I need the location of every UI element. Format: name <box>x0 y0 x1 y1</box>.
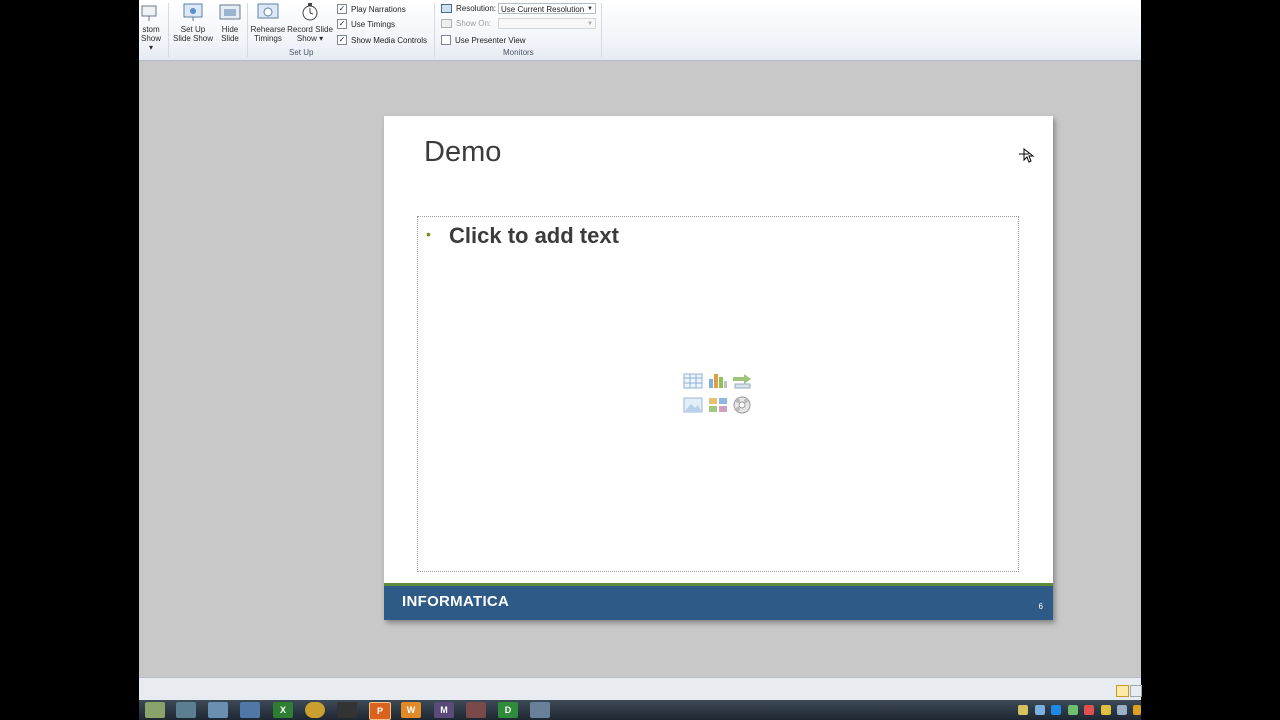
rehearse-label1: Rehearse <box>250 25 286 34</box>
custom-show-label1: stom <box>142 25 160 34</box>
tray-icon[interactable] <box>1117 705 1127 715</box>
tray-icon[interactable] <box>1018 705 1028 715</box>
taskbar-word-icon[interactable]: W <box>401 702 421 718</box>
taskbar-powerpoint-icon[interactable]: P <box>369 702 391 720</box>
status-bar <box>139 677 1142 701</box>
use-timings-checkbox[interactable]: ✓ Use Timings <box>337 19 395 29</box>
rehearse-timings-icon <box>257 2 279 22</box>
show-on-dropdown[interactable]: ▼ <box>498 18 596 29</box>
show-media-controls-label: Show Media Controls <box>351 35 428 45</box>
show-media-controls-checkbox[interactable]: ✓ Show Media Controls <box>337 35 427 45</box>
hide-label2: Slide <box>221 34 239 43</box>
record-slide-show-button[interactable]: Record Slide Show ▾ <box>287 2 333 43</box>
taskbar-settings-icon[interactable] <box>530 702 550 718</box>
hide-slide-icon <box>219 2 241 22</box>
checkbox-checked-icon: ✓ <box>337 35 347 45</box>
tray-icon[interactable] <box>1068 705 1078 715</box>
resolution-label: Resolution: <box>456 4 497 13</box>
informatica-logo: INFORMATICA <box>402 593 510 610</box>
checkbox-checked-icon: ✓ <box>337 19 347 29</box>
monitor-icon <box>441 4 452 13</box>
record-label2: Show ▾ <box>296 34 324 43</box>
powerpoint-window: stom Show ▾ Set Up Slide Show Hide Slide… <box>139 0 1142 701</box>
insert-clipart-icon[interactable] <box>708 397 728 413</box>
use-presenter-view-label: Use Presenter View <box>455 35 526 45</box>
content-placeholder-text: Click to add text <box>449 223 619 248</box>
taskbar-tool-icon[interactable] <box>466 702 486 718</box>
taskbar-excel-icon[interactable]: X <box>273 702 293 718</box>
custom-show-icon <box>140 2 162 22</box>
tray-icon[interactable] <box>1133 705 1141 715</box>
insert-picture-icon[interactable] <box>683 397 703 413</box>
play-narrations-label: Play Narrations <box>351 4 406 14</box>
setup-label2: Slide Show <box>172 34 214 43</box>
use-presenter-view-checkbox[interactable]: Use Presenter View <box>441 35 526 45</box>
separator <box>247 3 248 57</box>
resolution-value: Use Current Resolution <box>501 5 585 14</box>
group-label-monitors: Monitors <box>503 48 534 57</box>
taskbar-app-icon[interactable] <box>240 702 260 718</box>
taskbar-cmd-icon[interactable] <box>337 702 357 718</box>
taskbar-m-app-icon[interactable]: M <box>434 702 454 718</box>
tray-skype-icon[interactable] <box>1051 705 1061 715</box>
chevron-down-icon: ▼ <box>587 6 593 12</box>
taskbar-d-app-icon[interactable]: D <box>498 702 518 718</box>
slide-footer: INFORMATICA 6 <box>384 583 1053 620</box>
rehearse-label2: Timings <box>254 34 282 43</box>
ribbon: stom Show ▾ Set Up Slide Show Hide Slide… <box>139 0 1141 61</box>
separator <box>434 3 435 57</box>
record-slide-show-icon <box>299 2 321 22</box>
separator <box>601 3 602 57</box>
slide-sorter-view-button[interactable] <box>1130 685 1142 697</box>
resolution-dropdown[interactable]: Use Current Resolution ▼ <box>498 3 596 14</box>
show-on-label: Show On: <box>456 19 492 28</box>
taskbar-refresh-icon[interactable] <box>176 702 196 718</box>
taskbar-chrome-icon[interactable] <box>305 702 325 718</box>
checkbox-checked-icon: ✓ <box>337 4 347 14</box>
insert-chart-icon[interactable] <box>708 371 728 388</box>
setup-label1: Set Up <box>180 25 206 34</box>
insert-media-icon[interactable] <box>732 396 752 414</box>
bullet-icon: • <box>426 226 431 242</box>
custom-show-button[interactable]: stom Show ▾ <box>139 2 163 52</box>
checkbox-unchecked-icon <box>441 35 451 45</box>
normal-view-button[interactable] <box>1116 685 1129 697</box>
play-narrations-checkbox[interactable]: ✓ Play Narrations <box>337 4 406 14</box>
content-placeholder[interactable]: • Click to add text <box>417 216 1019 572</box>
custom-show-label2: Show ▾ <box>140 34 161 52</box>
taskbar-notepad-icon[interactable] <box>145 702 165 718</box>
hide-slide-button[interactable]: Hide Slide <box>217 2 243 43</box>
rehearse-timings-button[interactable]: Rehearse Timings <box>250 2 286 43</box>
use-timings-label: Use Timings <box>351 19 396 29</box>
separator <box>168 3 169 57</box>
move-cursor-icon <box>1018 147 1035 171</box>
insert-smartart-icon[interactable] <box>732 373 752 389</box>
insert-table-icon[interactable] <box>683 373 703 389</box>
setup-slide-show-icon <box>182 2 204 22</box>
resolution-label-row: Resolution: <box>441 4 496 13</box>
show-on-label-row: Show On: <box>441 19 491 28</box>
slide-canvas[interactable]: Demo • Click to add text INFORMATICA 6 <box>384 116 1053 620</box>
chevron-down-icon: ▼ <box>587 21 593 27</box>
tray-icon[interactable] <box>1084 705 1094 715</box>
hide-label1: Hide <box>221 25 239 34</box>
slide-title[interactable]: Demo <box>424 136 501 169</box>
group-label-setup: Set Up <box>289 48 314 57</box>
setup-slide-show-button[interactable]: Set Up Slide Show <box>171 2 215 43</box>
slide-number: 6 <box>1038 602 1043 611</box>
record-label1: Record Slide <box>287 25 333 34</box>
tray-icon[interactable] <box>1035 705 1045 715</box>
monitor-icon <box>441 19 452 28</box>
tray-icon[interactable] <box>1101 705 1111 715</box>
taskbar-explorer-icon[interactable] <box>208 702 228 718</box>
taskbar: X P W M D <box>139 700 1141 720</box>
